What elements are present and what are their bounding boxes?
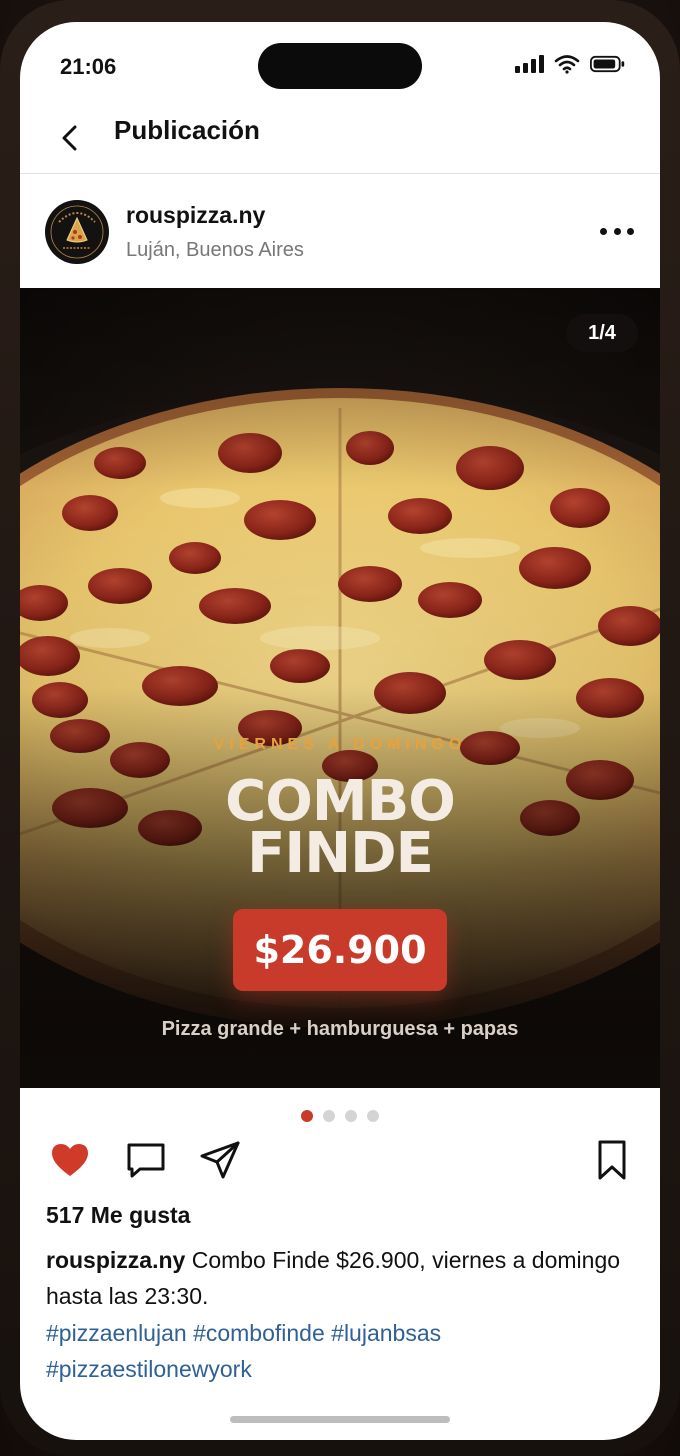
carousel-dots [20, 1110, 660, 1122]
post-media[interactable]: 1/4 VIERNES A DOMINGO COMBO FINDE $26.90… [20, 288, 660, 1088]
post-location[interactable]: Luján, Buenos Aires [126, 239, 304, 262]
caption: rouspizza.ny Combo Finde $26.900, vierne… [46, 1242, 636, 1314]
wifi-icon [554, 55, 580, 74]
screen: 21:06 Publicación rouspizza.ny Luján, Bu… [20, 22, 660, 1440]
signal-icon [515, 55, 544, 73]
hashtag-link[interactable]: #combofinde [193, 1320, 325, 1346]
status-time: 21:06 [60, 54, 117, 79]
post-actions [20, 1136, 660, 1184]
likes-count[interactable]: 517 Me gusta [46, 1202, 190, 1229]
page-title: Publicación [114, 115, 260, 145]
promo-kicker: VIERNES A DOMINGO [213, 736, 467, 753]
comment-icon[interactable] [124, 1138, 168, 1182]
heart-icon[interactable] [48, 1138, 92, 1182]
bookmark-icon[interactable] [590, 1138, 634, 1182]
caption-username[interactable]: rouspizza.ny [46, 1247, 185, 1273]
battery-icon [590, 55, 625, 73]
carousel-dot-2[interactable] [323, 1110, 335, 1122]
status-icons [515, 54, 626, 74]
send-icon[interactable] [198, 1138, 242, 1182]
avatar[interactable] [45, 200, 109, 264]
promo-title-line-2: FINDE [247, 821, 434, 886]
home-indicator[interactable] [230, 1416, 450, 1423]
carousel-dot-1[interactable] [301, 1110, 313, 1122]
hashtag-link[interactable]: #lujanbsas [331, 1320, 441, 1346]
promo-title: COMBO FINDE [20, 774, 660, 886]
chevron-left-icon[interactable] [56, 122, 84, 154]
hashtag-link[interactable]: #pizzaestilonewyork [46, 1356, 252, 1382]
post-username[interactable]: rouspizza.ny [126, 202, 265, 229]
post-header: rouspizza.ny Luján, Buenos Aires [20, 175, 660, 288]
carousel-dot-3[interactable] [345, 1110, 357, 1122]
hashtag-link[interactable]: #pizzaenlujan [46, 1320, 187, 1346]
price-badge: $26.900 [233, 909, 447, 991]
app-header: Publicación [20, 102, 660, 174]
more-horizontal-icon[interactable] [600, 219, 634, 243]
status-bar: 21:06 [20, 22, 660, 102]
phone-frame: 21:06 Publicación rouspizza.ny Luján, Bu… [0, 0, 680, 1456]
carousel-dot-4[interactable] [367, 1110, 379, 1122]
page-counter: 1/4 [566, 314, 638, 352]
hashtags: #pizzaenlujan #combofinde #lujanbsas #pi… [46, 1315, 636, 1387]
dynamic-island [258, 43, 422, 89]
promo-subtitle: Pizza grande + hamburguesa + papas [161, 1018, 519, 1040]
pizza-logo-icon [46, 201, 108, 263]
